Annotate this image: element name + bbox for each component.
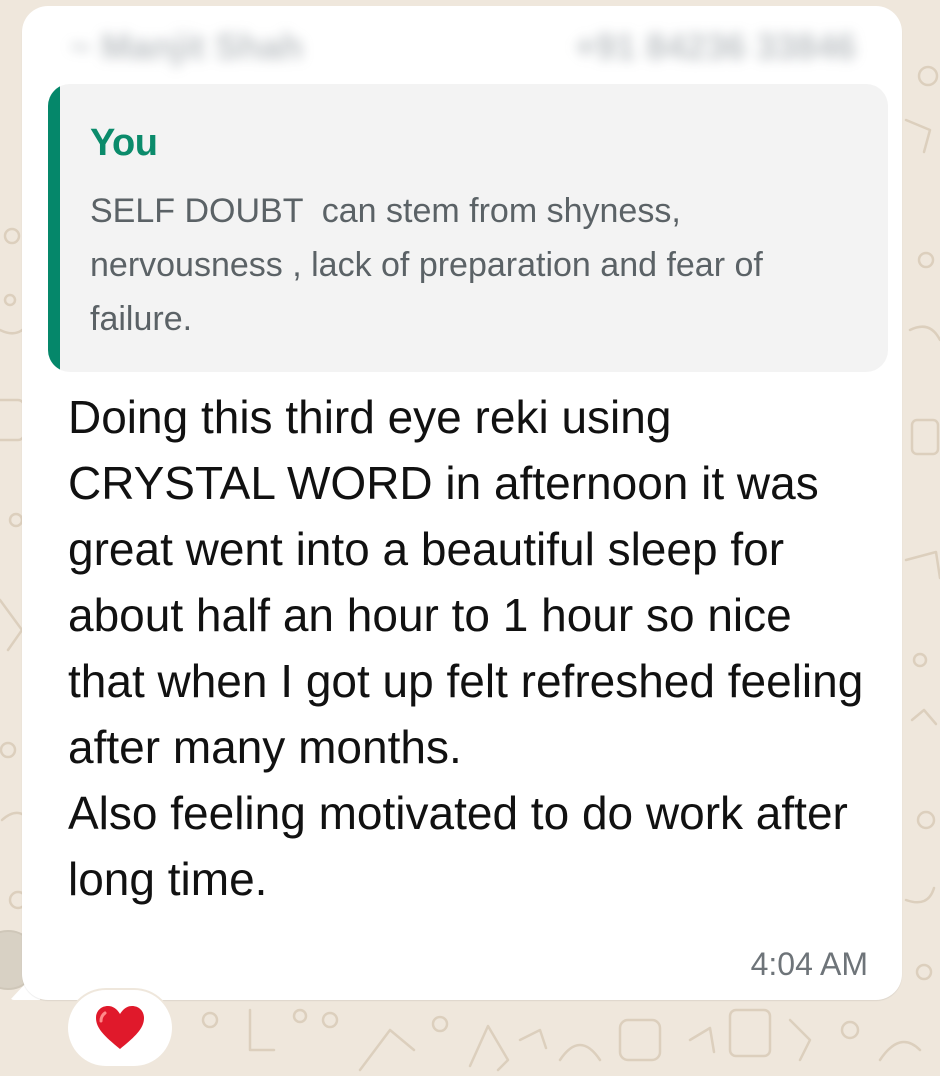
message-timestamp: 4:04 AM	[750, 946, 868, 982]
quote-accent-bar	[48, 84, 60, 372]
quoted-message[interactable]: You SELF DOUBT can stem from shyness, ne…	[48, 84, 888, 372]
quote-text: SELF DOUBT can stem from shyness, nervou…	[90, 192, 773, 338]
sender-phone: +91 84236 33846	[574, 26, 856, 67]
sender-name[interactable]: ~ Manjit Shah	[70, 26, 303, 68]
quote-author: You	[90, 122, 158, 164]
message-text: Doing this third eye reki using CRYSTAL …	[68, 391, 864, 905]
reaction-pill[interactable]	[68, 990, 172, 1066]
sender-header: ~ Manjit Shah +91 84236 33846	[40, 20, 880, 76]
heart-icon	[96, 1006, 144, 1049]
